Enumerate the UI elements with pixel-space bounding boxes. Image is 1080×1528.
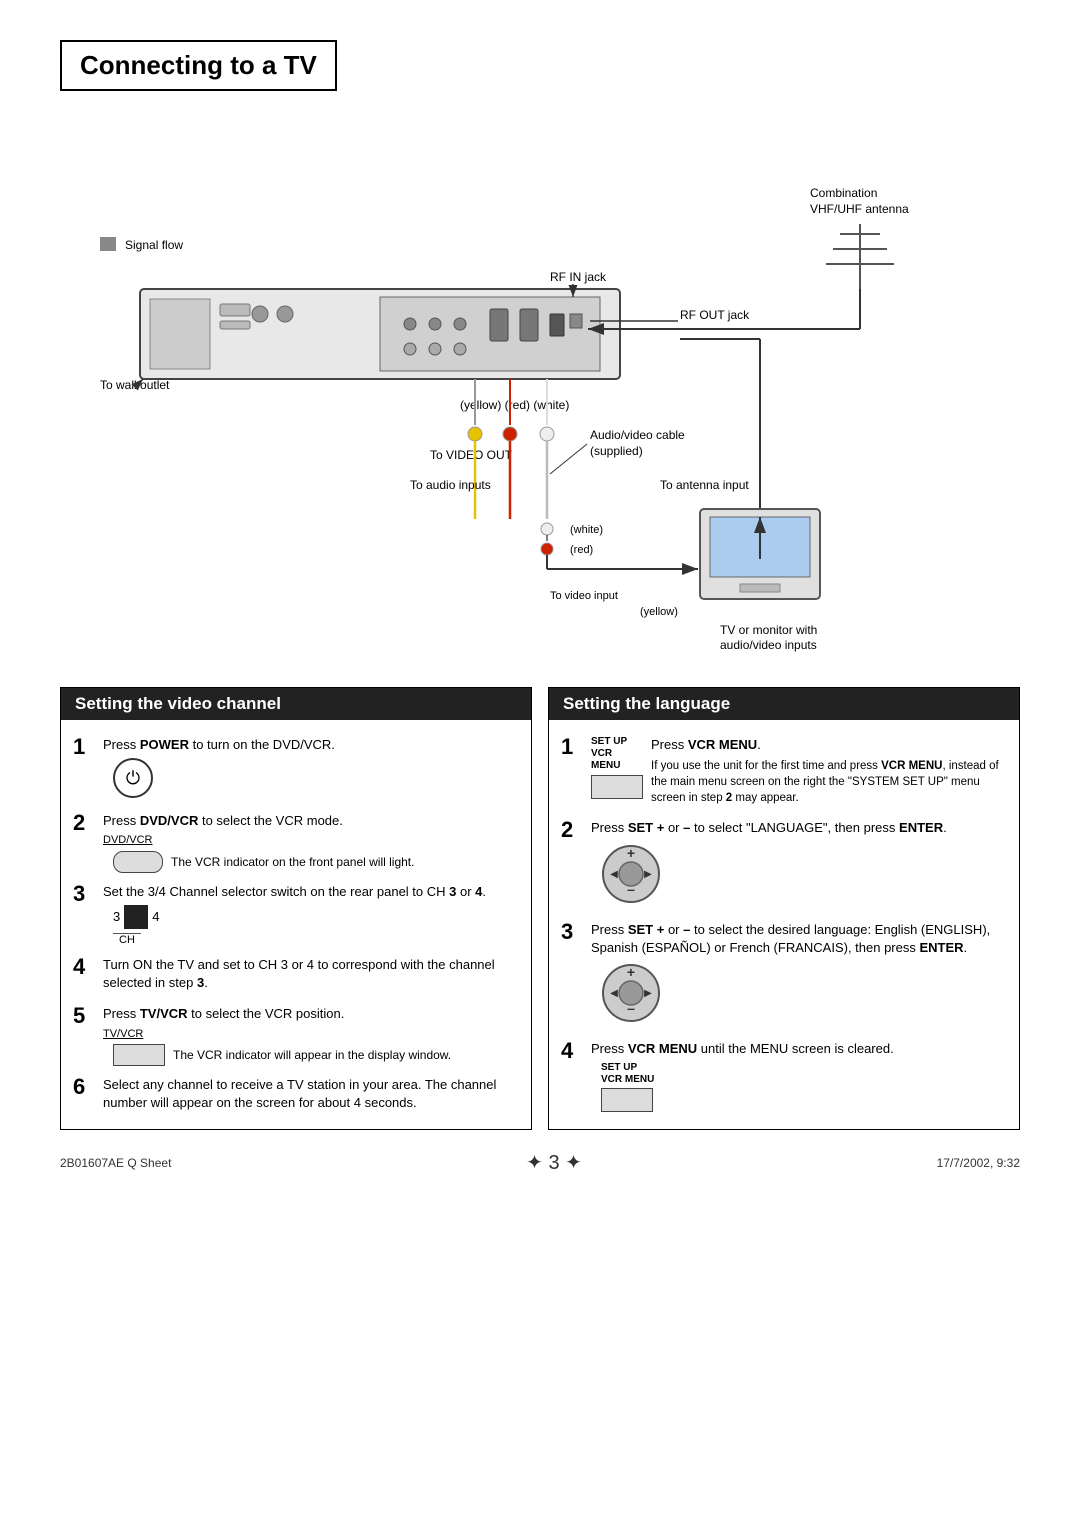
step-2-content: Press DVD/VCR to select the VCR mode. DV… <box>103 812 519 873</box>
svg-text:(yellow): (yellow) <box>640 606 678 618</box>
step-num-5: 5 <box>73 1005 95 1027</box>
svg-text:(red): (red) <box>570 544 593 556</box>
step-3-content: Set the 3/4 Channel selector switch on t… <box>103 883 519 946</box>
footer-left: 2B01607AE Q Sheet <box>60 1156 171 1170</box>
svg-text:(yellow) (red) (white): (yellow) (red) (white) <box>460 398 569 412</box>
step-1-content: Press POWER to turn on the DVD/VCR. ⏻ <box>103 736 519 802</box>
language-section: Setting the language 1 SET UPVCR MENU Pr… <box>548 687 1020 1130</box>
svg-text:(supplied): (supplied) <box>590 444 643 458</box>
step-num-3-lang: 3 <box>561 921 583 943</box>
svg-text:▶: ▶ <box>644 869 652 880</box>
svg-text:audio/video inputs: audio/video inputs <box>720 638 817 652</box>
footer-right: 17/7/2002, 9:32 <box>937 1156 1020 1170</box>
page-title-box: Connecting to a TV <box>60 40 337 91</box>
page-title: Connecting to a TV <box>80 50 317 81</box>
svg-text:To VIDEO OUT: To VIDEO OUT <box>430 448 513 462</box>
step-2-video: 2 Press DVD/VCR to select the VCR mode. … <box>61 806 531 877</box>
step-num-4: 4 <box>73 956 95 978</box>
step-5-video: 5 Press TV/VCR to select the VCR positio… <box>61 999 531 1070</box>
svg-text:To wall outlet: To wall outlet <box>100 378 170 392</box>
step-num-2-lang: 2 <box>561 819 583 841</box>
step-2-lang: 2 Press SET + or – to select "LANGUAGE",… <box>549 813 1019 914</box>
svg-text:VHF/UHF antenna: VHF/UHF antenna <box>810 202 909 216</box>
step-4-video: 4 Turn ON the TV and set to CH 3 or 4 to… <box>61 950 531 999</box>
step-num-2: 2 <box>73 812 95 834</box>
svg-text:◀: ◀ <box>610 988 618 999</box>
svg-text:TV or monitor with: TV or monitor with <box>720 623 817 637</box>
footer-center-page: ✦ 3 ✦ <box>526 1150 582 1175</box>
step-3-lang-content: Press SET + or – to select the desired l… <box>591 921 1007 1030</box>
svg-text:–: – <box>627 1000 635 1016</box>
diagram-area: Signal flow RF IN jack RF OUT jack Combi… <box>60 109 1020 669</box>
step-num-3: 3 <box>73 883 95 905</box>
step-num-1: 1 <box>73 736 95 758</box>
svg-text:Combination: Combination <box>810 186 877 200</box>
step-3-video: 3 Set the 3/4 Channel selector switch on… <box>61 877 531 950</box>
svg-text:To antenna input: To antenna input <box>660 478 749 492</box>
video-channel-section: Setting the video channel 1 Press POWER … <box>60 687 532 1130</box>
svg-text:–: – <box>627 881 635 897</box>
step-2-lang-content: Press SET + or – to select "LANGUAGE", t… <box>591 819 1007 910</box>
svg-text:▶: ▶ <box>644 988 652 999</box>
language-header: Setting the language <box>549 688 1019 720</box>
svg-text:RF IN jack: RF IN jack <box>550 270 607 284</box>
step-1-lang-content: SET UPVCR MENU Press VCR MENU. If you us… <box>591 736 1007 809</box>
step-1-lang: 1 SET UPVCR MENU Press VCR MENU. If you … <box>549 730 1019 813</box>
step-4-content: Turn ON the TV and set to CH 3 or 4 to c… <box>103 956 519 995</box>
step-4-lang: 4 Press VCR MENU until the MENU screen i… <box>549 1034 1019 1116</box>
page-footer: 2B01607AE Q Sheet ✦ 3 ✦ 17/7/2002, 9:32 <box>60 1150 1020 1175</box>
step-5-content: Press TV/VCR to select the VCR position.… <box>103 1005 519 1066</box>
step-6-content: Select any channel to receive a TV stati… <box>103 1076 519 1115</box>
step-3-lang: 3 Press SET + or – to select the desired… <box>549 915 1019 1034</box>
svg-text:Audio/video cable: Audio/video cable <box>590 428 685 442</box>
svg-text:To audio inputs: To audio inputs <box>410 478 491 492</box>
step-6-video: 6 Select any channel to receive a TV sta… <box>61 1070 531 1119</box>
connection-diagram: Signal flow RF IN jack RF OUT jack Combi… <box>60 109 1020 669</box>
svg-text:Signal flow: Signal flow <box>125 238 183 252</box>
step-num-6: 6 <box>73 1076 95 1098</box>
step-num-1-lang: 1 <box>561 736 583 758</box>
lower-section: Setting the video channel 1 Press POWER … <box>60 687 1020 1130</box>
svg-text:+: + <box>627 964 635 980</box>
step-4-lang-content: Press VCR MENU until the MENU screen is … <box>591 1040 1007 1112</box>
svg-text:To video input: To video input <box>550 590 618 602</box>
video-channel-header: Setting the video channel <box>61 688 531 720</box>
svg-text:RF OUT jack: RF OUT jack <box>680 308 750 322</box>
svg-text:(white): (white) <box>570 524 603 536</box>
step-num-4-lang: 4 <box>561 1040 583 1062</box>
svg-text:+: + <box>627 845 635 861</box>
svg-text:◀: ◀ <box>610 869 618 880</box>
step-1-video: 1 Press POWER to turn on the DVD/VCR. ⏻ <box>61 730 531 806</box>
